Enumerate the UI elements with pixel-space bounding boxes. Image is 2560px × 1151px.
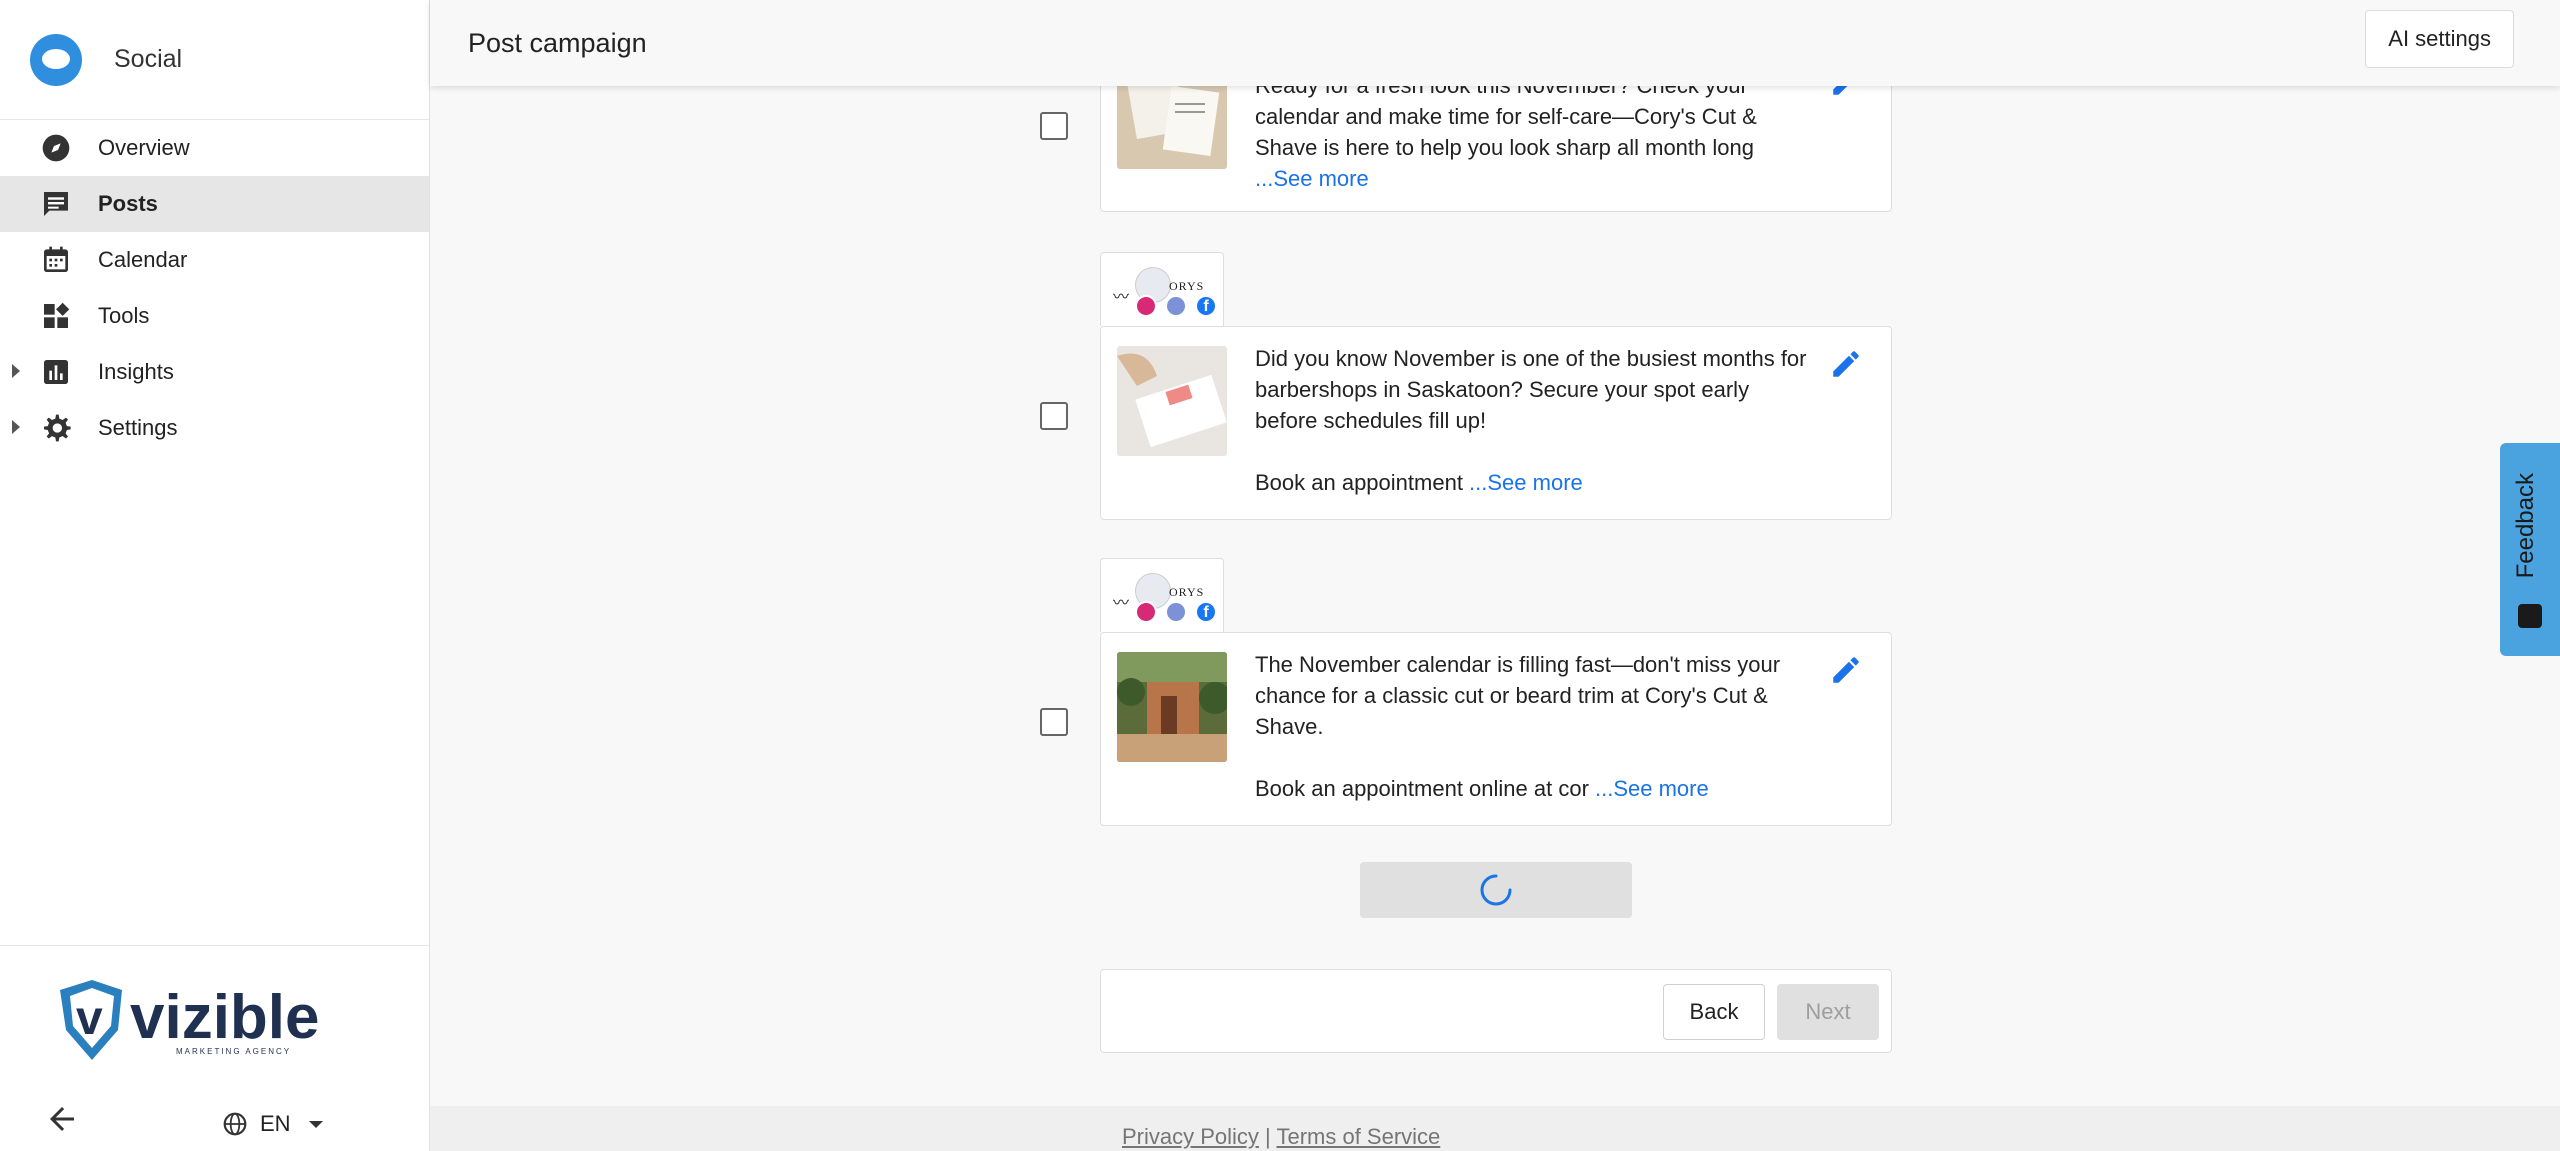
post-checkbox[interactable]	[1040, 402, 1068, 430]
sidebar-item-label: Calendar	[98, 247, 188, 272]
sidebar-item-label: Insights	[98, 359, 174, 384]
post-checkbox[interactable]	[1040, 112, 1068, 140]
social-accounts-tab: 〰 ORYS f	[1100, 252, 1224, 326]
ai-settings-button[interactable]: AI settings	[2365, 10, 2514, 68]
post-thumbnail	[1117, 652, 1227, 762]
vizible-logo: v vizible MARKETING AGENCY	[60, 980, 320, 1060]
app-name: Social	[114, 45, 183, 73]
mustache-logo-icon: 〰	[1113, 595, 1130, 612]
sidebar-footer: v vizible MARKETING AGENCY EN	[0, 945, 430, 1151]
sidebar-item-label: Overview	[98, 135, 190, 160]
sidebar-nav: Overview Posts Calendar Tools Insights S…	[0, 120, 429, 456]
mustache-logo-icon: 〰	[1113, 289, 1130, 306]
facebook-icon: f	[1195, 295, 1217, 317]
sidebar: Social Overview Posts Calendar Tools Ins…	[0, 0, 430, 1151]
footer-separator: |	[1258, 1124, 1277, 1149]
wizard-actions: Back Next	[1100, 969, 1892, 1053]
feedback-smile-icon	[2518, 604, 2542, 628]
privacy-policy-link[interactable]: Privacy Policy	[1122, 1124, 1259, 1149]
post-card: The November calendar is filling fast—do…	[1100, 632, 1892, 826]
chat-icon	[38, 186, 74, 222]
post-checkbox[interactable]	[1040, 708, 1068, 736]
social-accounts-tab: 〰 ORYS f	[1100, 558, 1224, 632]
sidebar-item-tools[interactable]: Tools	[0, 288, 429, 344]
bar-chart-icon	[38, 354, 74, 390]
gear-icon	[38, 410, 74, 446]
see-more-link[interactable]: ...See more	[1595, 776, 1709, 801]
sidebar-item-posts[interactable]: Posts	[0, 176, 429, 232]
page-footer: Privacy Policy | Terms of Service	[430, 1106, 2560, 1151]
loading-spinner-icon	[1480, 874, 1512, 906]
language-selector[interactable]: EN	[222, 1111, 323, 1137]
svg-text:MARKETING AGENCY: MARKETING AGENCY	[176, 1047, 291, 1056]
avatar-brand-text: ORYS	[1169, 279, 1205, 293]
instagram-icon	[1135, 601, 1157, 623]
post-text: Ready for a fresh look this November? Ch…	[1255, 73, 1757, 191]
feedback-label: Feedback	[2512, 473, 2539, 579]
sidebar-item-label: Tools	[98, 303, 150, 328]
expand-caret-icon[interactable]	[12, 420, 20, 434]
google-business-icon	[1165, 601, 1187, 623]
tools-icon	[38, 298, 74, 334]
avatar-brand-text: ORYS	[1169, 585, 1205, 599]
compass-icon	[38, 130, 74, 166]
post-text: The November calendar is filling fast—do…	[1255, 652, 1781, 801]
back-button[interactable]: Back	[1663, 984, 1765, 1040]
social-logo-icon	[30, 33, 82, 86]
post-text: Did you know November is one of the busi…	[1255, 346, 1807, 495]
back-arrow-icon[interactable]	[44, 1101, 80, 1137]
post-card: Did you know November is one of the busi…	[1100, 326, 1892, 520]
language-label: EN	[260, 1111, 291, 1136]
edit-pencil-icon[interactable]	[1829, 653, 1863, 687]
next-button[interactable]: Next	[1777, 984, 1879, 1040]
see-more-link[interactable]: ...See more	[1255, 166, 1369, 191]
sidebar-item-overview[interactable]: Overview	[0, 120, 429, 176]
load-more-button[interactable]	[1360, 862, 1632, 918]
svg-text:vizible: vizible	[130, 983, 320, 1052]
globe-icon	[223, 1112, 247, 1136]
sidebar-item-label: Posts	[98, 191, 158, 216]
main-content: Ready for a fresh look this November? Ch…	[430, 0, 2560, 1151]
facebook-icon: f	[1195, 601, 1217, 623]
see-more-link[interactable]: ...See more	[1469, 470, 1583, 495]
edit-pencil-icon[interactable]	[1829, 347, 1863, 381]
instagram-icon	[1135, 295, 1157, 317]
expand-caret-icon[interactable]	[12, 364, 20, 378]
sidebar-item-calendar[interactable]: Calendar	[0, 232, 429, 288]
footer-links: Privacy Policy | Terms of Service	[1122, 1124, 1440, 1150]
terms-of-service-link[interactable]: Terms of Service	[1276, 1124, 1440, 1149]
feedback-tab[interactable]: Feedback	[2500, 443, 2560, 656]
chevron-down-icon	[308, 1120, 323, 1128]
calendar-icon	[38, 242, 74, 278]
sidebar-item-insights[interactable]: Insights	[0, 344, 429, 400]
google-business-icon	[1165, 295, 1187, 317]
sidebar-item-settings[interactable]: Settings	[0, 400, 429, 456]
svg-text:v: v	[76, 992, 103, 1045]
top-header: Post campaign AI settings	[430, 0, 2560, 86]
sidebar-item-label: Settings	[98, 415, 178, 440]
post-thumbnail	[1117, 346, 1227, 456]
brand-header: Social	[0, 0, 429, 120]
page-title: Post campaign	[468, 27, 647, 58]
